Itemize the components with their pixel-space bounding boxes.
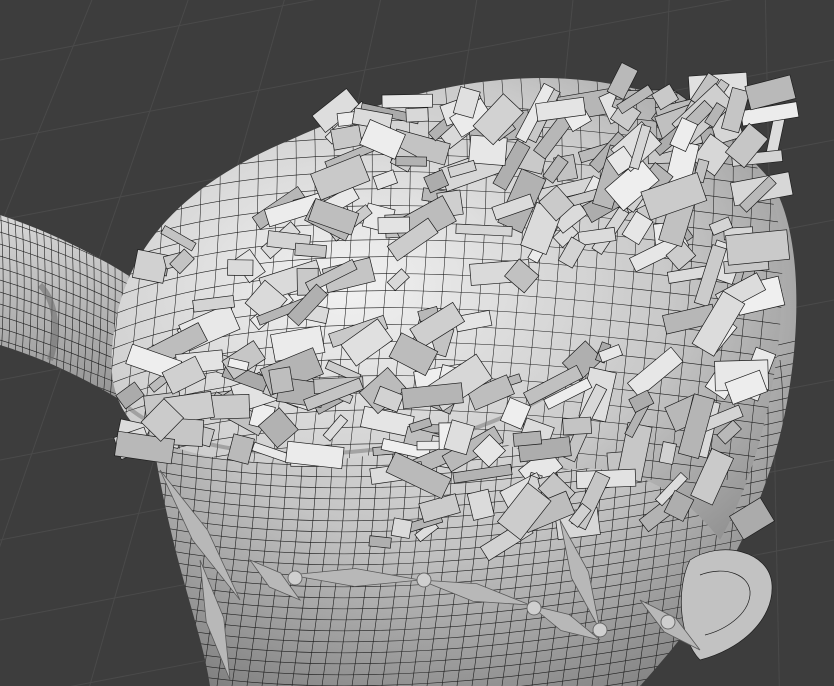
hair-card xyxy=(268,366,294,395)
armature-joint[interactable] xyxy=(660,614,676,630)
armature-joint[interactable] xyxy=(287,570,303,586)
armature-joint[interactable] xyxy=(416,572,432,588)
hair-card xyxy=(512,430,543,447)
hair-card xyxy=(227,259,254,276)
armature-joint[interactable] xyxy=(526,600,542,616)
armature-joint[interactable] xyxy=(592,622,608,638)
hair-card xyxy=(209,393,251,420)
hair-card xyxy=(131,249,169,284)
hair-card xyxy=(381,93,433,109)
3d-viewport[interactable] xyxy=(0,0,834,686)
hair-card xyxy=(725,229,790,266)
hair-card xyxy=(368,535,392,549)
hair-card xyxy=(294,242,327,258)
hair-card xyxy=(377,216,411,234)
hair-card xyxy=(395,156,428,167)
hair-card xyxy=(405,107,429,123)
hair-card xyxy=(390,517,413,539)
viewport-canvas[interactable] xyxy=(0,0,834,686)
hair-card xyxy=(562,416,593,436)
